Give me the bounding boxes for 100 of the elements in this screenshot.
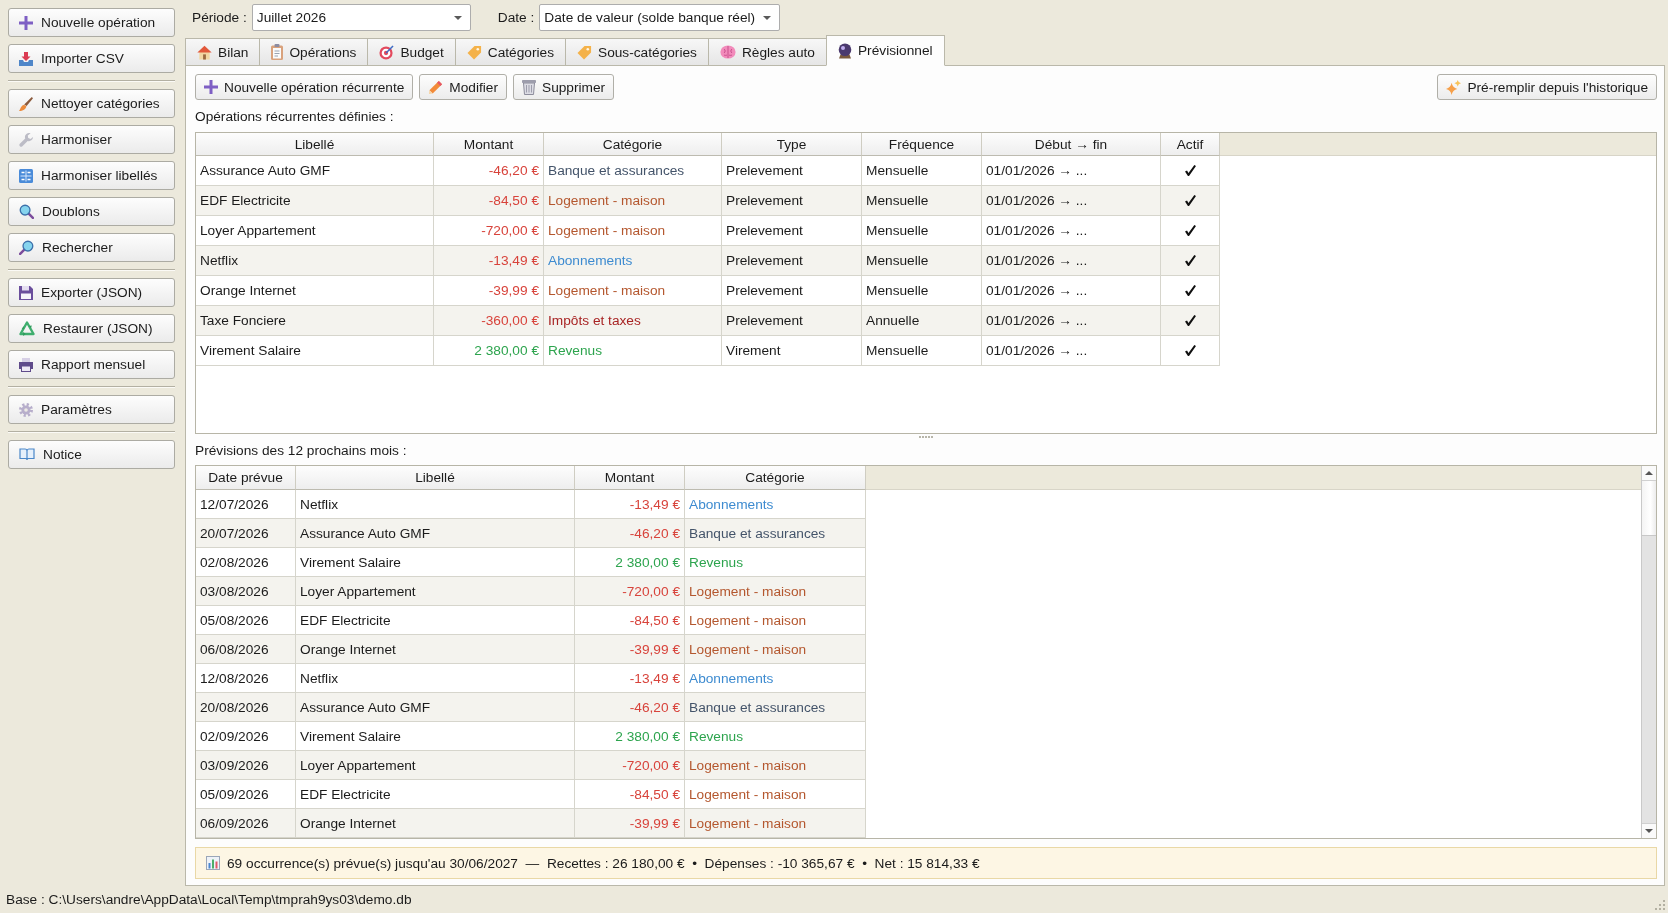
up-arrow-icon[interactable] (1645, 471, 1653, 475)
download-tray-icon (19, 51, 33, 66)
column-header[interactable]: Type (722, 133, 862, 156)
table-cell: Netflix (296, 490, 575, 519)
clipboard-icon (271, 44, 284, 60)
sidebar-button[interactable]: Nettoyer catégories (8, 89, 175, 118)
triangle-arrows-icon (19, 321, 35, 336)
column-header[interactable]: Libellé (296, 466, 575, 490)
scroll-thumb[interactable] (1642, 481, 1656, 536)
table-cell: Logement - maison (685, 780, 866, 809)
tab[interactable]: Catégories (454, 38, 566, 66)
scrollbar[interactable] (1641, 466, 1656, 838)
table-cell: 12/08/2026 (196, 664, 296, 693)
table-cell: 03/09/2026 (196, 751, 296, 780)
sidebar-button[interactable]: Paramètres (8, 395, 175, 424)
tab[interactable]: Budget (367, 38, 456, 66)
tab[interactable]: Opérations (259, 38, 369, 66)
table-cell: 01/01/2026 → ... (982, 306, 1161, 336)
table-cell: -84,50 € (575, 606, 685, 635)
column-header[interactable]: Libellé (196, 133, 434, 156)
column-header[interactable]: Date prévue (196, 466, 296, 490)
field-label: Période : (192, 9, 247, 27)
table-cell: -720,00 € (575, 751, 685, 780)
resize-grip-icon[interactable] (1655, 900, 1665, 910)
column-header[interactable]: Actif (1161, 133, 1220, 156)
dropdown[interactable]: Juillet 2026 (251, 4, 471, 31)
sidebar-button[interactable]: Rechercher (8, 233, 175, 262)
sidebar-button[interactable]: Exporter (JSON) (8, 278, 175, 307)
table-cell: Logement - maison (685, 635, 866, 664)
table-cell: Logement - maison (685, 751, 866, 780)
table-cell: 20/07/2026 (196, 519, 296, 548)
table-cell: 2 380,00 € (575, 722, 685, 751)
toolbar-button[interactable]: Modifier (419, 74, 507, 100)
table-cell: Virement (722, 336, 862, 366)
table-cell: Mensuelle (862, 276, 982, 306)
sidebar-button[interactable]: Rapport mensuel (8, 350, 175, 379)
table-cell: -39,99 € (575, 809, 685, 838)
table-cell: EDF Electricite (196, 186, 434, 216)
table-cell: Orange Internet (296, 809, 575, 838)
table-cell: Logement - maison (685, 577, 866, 606)
wrench-icon (19, 132, 33, 147)
table-cell: 01/01/2026 → ... (982, 156, 1161, 186)
section-title: Opérations récurrentes définies : (195, 109, 394, 125)
tab[interactable]: Bilan (185, 38, 261, 66)
table-cell: -46,20 € (434, 156, 544, 186)
table-cell: Loyer Appartement (296, 751, 575, 780)
toolbar-button[interactable]: Pré-remplir depuis l'historique (1437, 74, 1657, 100)
sidebar-button[interactable]: Nouvelle opération (8, 8, 175, 37)
table-cell: Mensuelle (862, 246, 982, 276)
table-cell: 05/09/2026 (196, 780, 296, 809)
tab[interactable]: Règles auto (707, 38, 827, 66)
sidebar-button[interactable]: Importer CSV (8, 44, 175, 73)
sidebar-button[interactable]: Harmoniser (8, 125, 175, 154)
table-cell: 01/01/2026 → ... (982, 216, 1161, 246)
sidebar-button[interactable]: Notice (8, 440, 175, 469)
table-cell: Virement Salaire (296, 722, 575, 751)
table-cell: Abonnements (544, 246, 722, 276)
table-cell: 06/08/2026 (196, 635, 296, 664)
sidebar-button[interactable]: Harmoniser libellés (8, 161, 175, 190)
table-cell: Revenus (685, 548, 866, 577)
tag-icon (466, 44, 482, 60)
crystal-ball-icon (838, 42, 852, 59)
toolbar-button[interactable]: Nouvelle opération récurrente (195, 74, 414, 100)
book-icon (19, 448, 35, 461)
plus-icon (204, 80, 218, 94)
down-arrow-icon[interactable] (1645, 829, 1653, 833)
target-icon (379, 44, 395, 60)
sidebar-button[interactable]: Doublons (8, 197, 175, 226)
scroll-down-button[interactable] (1642, 823, 1656, 838)
column-header[interactable]: Catégorie (685, 466, 866, 490)
table-cell: 20/08/2026 (196, 693, 296, 722)
table-cell: Banque et assurances (685, 519, 866, 548)
table-cell: EDF Electricite (296, 780, 575, 809)
brain-icon (719, 45, 736, 59)
table-cell: 2 380,00 € (434, 336, 544, 366)
dropdown[interactable]: Date de valeur (solde banque réel) (539, 4, 781, 31)
table-cell: Annuelle (862, 306, 982, 336)
table-cell: -720,00 € (575, 577, 685, 606)
table-cell: Virement Salaire (296, 548, 575, 577)
sparkles-icon (1446, 79, 1462, 95)
table-cell: Virement Salaire (196, 336, 434, 366)
table-cell: -13,49 € (575, 664, 685, 693)
column-header[interactable]: Catégorie (544, 133, 722, 156)
summary-text: 69 occurrence(s) prévue(s) jusqu'au 30/06/2027 — Recettes : 26 180,00 € • Dépenses : -10 365,67 € • Net : 15 814,33 € (227, 855, 980, 871)
column-header[interactable]: Début → fin (982, 133, 1161, 156)
table-cell: Assurance Auto GMF (296, 519, 575, 548)
column-header[interactable]: Montant (434, 133, 544, 156)
table-cell: Taxe Fonciere (196, 306, 434, 336)
toolbar-button[interactable]: Supprimer (513, 74, 615, 100)
tab[interactable]: Prévisionnel (826, 35, 945, 66)
table-cell: Prelevement (722, 186, 862, 216)
table-cell: 02/09/2026 (196, 722, 296, 751)
table-cell: Prelevement (722, 246, 862, 276)
column-header[interactable]: Fréquence (862, 133, 982, 156)
column-header[interactable]: Montant (575, 466, 685, 490)
table-cell: 03/08/2026 (196, 577, 296, 606)
gear-icon (19, 402, 33, 417)
sidebar-button[interactable]: Restaurer (JSON) (8, 314, 175, 343)
tab[interactable]: Sous-catégories (565, 38, 709, 66)
scroll-up-button[interactable] (1642, 466, 1656, 481)
